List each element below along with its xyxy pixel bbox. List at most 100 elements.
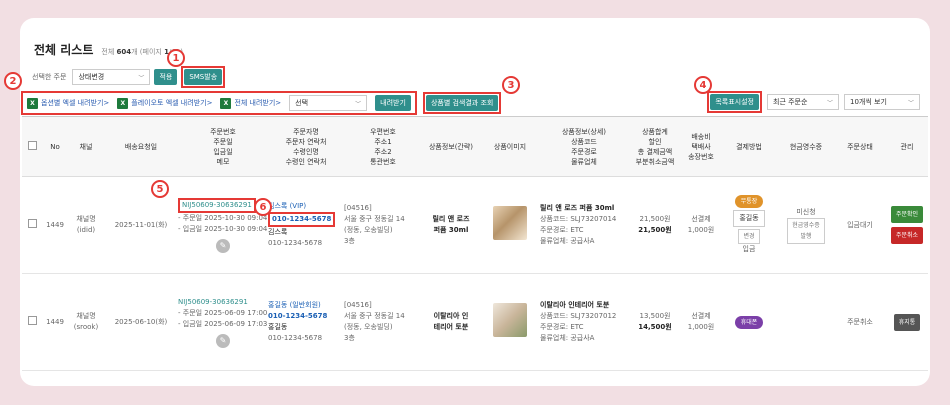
orderer-name-link[interactable]: 홍길동 [268,301,287,309]
col-product-brief: 상품정보(간략) [422,116,480,177]
row-orderer: 김스록 (VIP) 010-1234-5678 김스록 010-1234-567… [268,176,344,274]
order-number-link[interactable]: NIJ50609-30636291 [178,298,248,306]
row-amount: 13,500원 14,500원 [628,273,682,371]
chevron-down-icon: ﹀ [826,99,833,107]
callout-marker-2: 2 [4,72,22,90]
row-product-detail: 이탈리아 인테리어 토분 상품코드: SLJ73207012 주문경로: ETC 물류… [540,273,628,371]
col-manage: 관리 [886,116,928,177]
export-bar: X 옵션별 엑셀 내려받기> X 플레이오토 엑셀 내려받기> X 전체 내려받기> … [21,91,502,115]
row-amount: 21,500원 21,500원 [628,176,682,274]
chevron-down-icon: ﹀ [355,100,362,108]
receipt-status: 미신청 [796,207,816,216]
cancel-order-button[interactable]: 주문취소 [890,227,924,244]
export-type-select[interactable]: 선택 ﹀ [289,95,368,111]
callout-marker-1: 1 [167,49,185,67]
order-list-card: 전체 리스트 전체 604개 (페이지 1/61) 선택한 주문 상태변경﹀ 적… [20,18,930,386]
row-receipt: 미신청 현금영수증 발행 [778,176,834,274]
export-all-link[interactable]: X 전체 내려받기> [220,97,281,109]
page-title: 전체 리스트 [34,43,94,57]
row-order-info: NIJ50609-30636291 - 주문일 2025-10-30 09:04… [178,176,268,274]
status-change-select[interactable]: 상태변경 ﹀ [72,69,151,85]
row-shipping: 선결제 1,000원 [682,273,720,371]
row-payment: 휴대폰 [720,273,778,371]
row-product-image [480,176,540,274]
change-button[interactable]: 변경 [738,229,760,244]
row-shipping: 선결제 1,000원 [682,176,720,274]
row-checkbox[interactable] [22,176,42,274]
callout-marker-3: 3 [502,76,520,94]
receiver-name: 김스록 [268,228,288,236]
trash-button[interactable]: 휴지통 [893,313,921,331]
row-product-brief: 릴리 앤 로즈 퍼퓸 30ml [422,176,480,274]
paid-date: - 입금일 2025-06-09 17:03 [178,319,268,328]
row-checkbox[interactable] [22,273,42,371]
col-channel: 채널 [68,116,104,177]
export-highlight: X 옵션별 엑셀 내려받기> X 플레이오토 엑셀 내려받기> X 전체 내려받기> … [21,91,417,115]
memo-edit-icon[interactable]: ✎ [216,333,230,348]
col-order-info: 주문번호 주문일 입금일 메모 [178,116,268,177]
list-settings-button[interactable]: 목록표시설정 [710,94,759,110]
list-settings-bar: 목록표시설정 최근 주문순 ﹀ 10개씩 보기 ﹀ [707,91,920,113]
receiver-name: 홍길동 [268,323,288,331]
export-playauto-link[interactable]: X 플레이오토 엑셀 내려받기> [117,97,212,109]
row-order-info: NIJ50609-30636291 - 주문일 2025-06-09 17:00… [178,273,268,371]
callout-marker-4: 4 [694,76,712,94]
order-number-link[interactable]: NIJ50609-30636291 [182,201,252,209]
chevron-down-icon: ﹀ [907,99,914,107]
payment-badge: 휴대폰 [734,315,764,329]
col-no: No [42,116,68,177]
checkbox-icon [27,140,37,150]
row-manage: 주문확인 주문취소 [886,176,928,274]
confirm-order-button[interactable]: 주문확인 [890,206,924,223]
chevron-down-icon: ﹀ [138,74,145,82]
row-payment: 무통장 홍길동 변경 입금 [720,176,778,274]
order-table: No 채널 배송요청일 주문번호 주문일 입금일 메모 주문자명 주문자 연락처… [22,116,928,371]
orderer-phone: 010-1234-5678 [268,312,328,320]
table-header-row: No 채널 배송요청일 주문번호 주문일 입금일 메모 주문자명 주문자 연락처… [22,116,928,177]
col-payment: 결제방법 [720,116,778,177]
orderer-grade: (일반회원) [289,301,321,309]
col-order-status: 주문상태 [834,116,886,177]
planter-thumbnail [493,303,527,337]
row-address: [04516] 서울 중구 정동길 14 (정동, 오송빌딩) 3층 [344,273,422,371]
issue-receipt-button[interactable]: 현금영수증 발행 [787,217,825,244]
callout-marker-6: 6 [254,198,272,216]
payment-status: 입금 [742,245,756,253]
col-amount: 상품합계 할인 총 결제금액 부분취소금액 [628,116,682,177]
download-button[interactable]: 내려받기 [375,95,411,111]
sort-select[interactable]: 최근 주문순 ﹀ [767,94,839,110]
sms-send-button[interactable]: SMS발송 [184,69,223,85]
col-address: 우편번호 주소1 주소2 통관번호 [344,116,422,177]
row-orderer: 홍길동 (일반회원) 010-1234-5678 홍길동 010-1234-56… [268,273,344,371]
row-manage: 휴지통 [886,273,928,371]
col-product-image: 상품이미지 [480,116,540,177]
memo-edit-icon[interactable]: ✎ [216,238,230,253]
sms-highlight: SMS발송 [181,66,226,88]
row-product-brief: 이탈리아 인 테리어 토분 [422,273,480,371]
row-product-detail: 릴리 앤 로즈 퍼퓸 30ml 상품코드: SLJ73207014 주문경로: ET… [540,176,628,274]
col-delivery-date: 배송요청일 [104,116,178,177]
list-settings-highlight: 목록표시설정 [707,91,762,113]
receiver-phone: 010-1234-5678 [268,239,323,247]
order-date: - 주문일 2025-10-30 09:04 [178,213,268,222]
callout-marker-5: 5 [151,180,169,198]
select-all-checkbox[interactable] [22,116,42,177]
excel-icon: X [27,97,38,109]
excel-icon: X [220,97,232,109]
col-shipping: 배송비 택배사 송장번호 [682,116,720,177]
row-channel: 채널명 (srook) [68,273,104,371]
receiver-phone: 010-1234-5678 [268,334,323,342]
row-no: 1449 [42,273,68,371]
list-header: 전체 리스트 전체 604개 (페이지 1/61) [34,41,183,58]
apply-button[interactable]: 적용 [154,69,178,85]
paid-date: - 입금일 2025-10-30 09:04 [178,224,268,233]
product-search-result-button[interactable]: 상품별 검색결과 조회 [425,95,499,111]
col-orderer: 주문자명 주문자 연락처 수령인명 수령인 연락처 [268,116,344,177]
row-address: [04516] 서울 중구 정동길 14 (정동, 오송빌딩) 3층 [344,176,422,274]
checkbox-icon [27,218,37,228]
order-date: - 주문일 2025-06-09 17:00 [178,308,268,317]
row-delivery-date: 2025-06-10(화) [104,273,178,371]
export-option-link[interactable]: X 옵션별 엑셀 내려받기> [27,97,109,109]
page-size-select[interactable]: 10개씩 보기 ﹀ [844,94,920,110]
payment-badge: 무통장 [734,195,764,208]
